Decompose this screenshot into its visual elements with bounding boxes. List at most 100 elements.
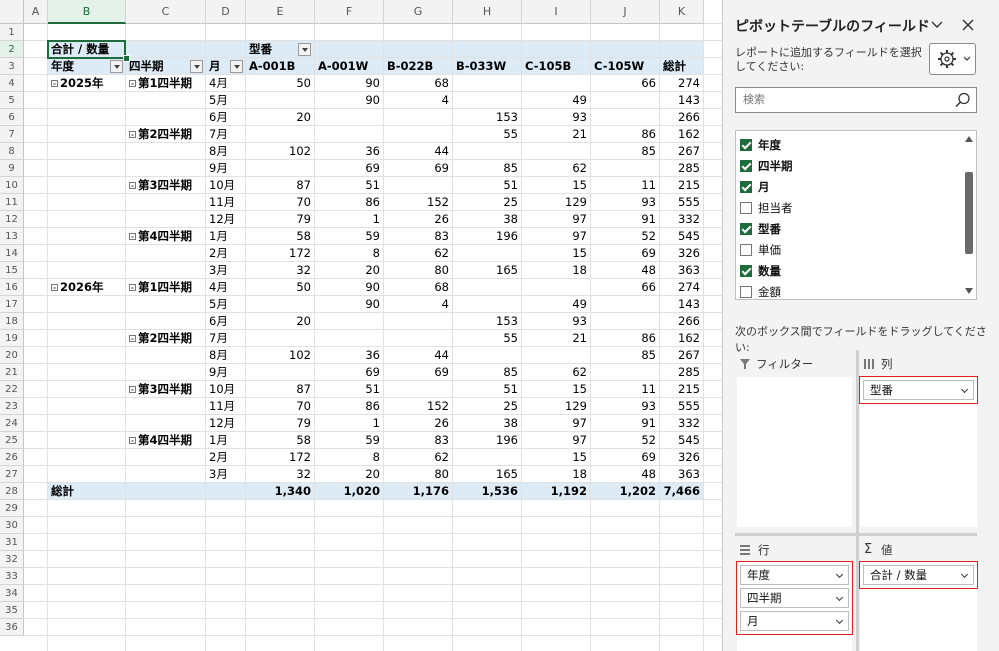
quarter-filter-button[interactable]: [190, 60, 203, 73]
row-header-31[interactable]: 31: [0, 534, 24, 551]
value-cell[interactable]: 58: [246, 432, 315, 449]
field-item[interactable]: 金額: [740, 282, 950, 302]
row-header-18[interactable]: 18: [0, 313, 24, 330]
value-cell[interactable]: 85: [453, 364, 522, 381]
value-cell[interactable]: [384, 177, 453, 194]
row-header-15[interactable]: 15: [0, 262, 24, 279]
value-cell[interactable]: 196: [453, 228, 522, 245]
column-header-i[interactable]: I: [522, 0, 591, 24]
year-item[interactable]: -2026年: [48, 279, 126, 296]
month-label[interactable]: 8月: [206, 347, 246, 364]
value-cell[interactable]: 18: [522, 262, 591, 279]
value-cell[interactable]: 52: [591, 432, 660, 449]
value-cell[interactable]: [246, 92, 315, 109]
value-cell[interactable]: 49: [522, 296, 591, 313]
value-cell[interactable]: 70: [246, 398, 315, 415]
month-filter-button[interactable]: [230, 60, 243, 73]
value-cell[interactable]: 51: [453, 177, 522, 194]
row-header-17[interactable]: 17: [0, 296, 24, 313]
checkbox-checked[interactable]: [740, 181, 752, 193]
checkbox-checked[interactable]: [740, 160, 752, 172]
value-cell[interactable]: 129: [522, 398, 591, 415]
value-cell[interactable]: 55: [453, 330, 522, 347]
select-all-corner[interactable]: [0, 0, 24, 24]
row-header-21[interactable]: 21: [0, 364, 24, 381]
value-cell[interactable]: 172: [246, 449, 315, 466]
grand-total-cell[interactable]: 1,176: [384, 483, 453, 500]
value-cell[interactable]: 83: [384, 228, 453, 245]
row-header-14[interactable]: 14: [0, 245, 24, 262]
field-item[interactable]: 担当者: [740, 198, 950, 218]
value-cell[interactable]: 165: [453, 466, 522, 483]
value-cell[interactable]: [246, 160, 315, 177]
value-cell[interactable]: 50: [246, 75, 315, 92]
row-header-3[interactable]: 3: [0, 58, 24, 75]
quarter-item[interactable]: - 第3四半期: [126, 177, 206, 194]
value-cell[interactable]: 49: [522, 92, 591, 109]
value-cell[interactable]: [453, 92, 522, 109]
row-header-4[interactable]: 4: [0, 75, 24, 92]
value-cell[interactable]: [453, 296, 522, 313]
column-header-item[interactable]: C-105B: [522, 58, 591, 75]
value-cell[interactable]: 44: [384, 143, 453, 160]
row-header-22[interactable]: 22: [0, 381, 24, 398]
row-header-20[interactable]: 20: [0, 347, 24, 364]
value-cell[interactable]: 85: [591, 143, 660, 160]
quarter-item[interactable]: - 第2四半期: [126, 126, 206, 143]
value-cell[interactable]: 85: [591, 347, 660, 364]
field-item[interactable]: 数量: [740, 261, 950, 281]
grand-total-cell[interactable]: 7,466: [660, 483, 704, 500]
month-label[interactable]: 1月: [206, 228, 246, 245]
row-header-11[interactable]: 11: [0, 194, 24, 211]
checkbox-checked[interactable]: [740, 265, 752, 277]
value-cell[interactable]: 20: [246, 313, 315, 330]
column-field-filter-button[interactable]: [298, 43, 311, 56]
value-cell[interactable]: 68: [384, 75, 453, 92]
value-cell[interactable]: 86: [315, 194, 384, 211]
scroll-up-arrow-icon[interactable]: [965, 136, 973, 142]
row-header-5[interactable]: 5: [0, 92, 24, 109]
value-cell[interactable]: 62: [522, 160, 591, 177]
checkbox-unchecked[interactable]: [740, 286, 752, 298]
value-cell[interactable]: 36: [315, 143, 384, 160]
value-cell[interactable]: 15: [522, 177, 591, 194]
value-cell[interactable]: 129: [522, 194, 591, 211]
checkbox-unchecked[interactable]: [740, 202, 752, 214]
value-cell[interactable]: [453, 279, 522, 296]
column-header-h[interactable]: H: [453, 0, 522, 24]
collapse-quarter-icon[interactable]: -: [129, 233, 136, 241]
month-label[interactable]: 4月: [206, 75, 246, 92]
value-cell[interactable]: 69: [384, 364, 453, 381]
collapse-quarter-icon[interactable]: -: [129, 80, 136, 88]
value-cell[interactable]: 18: [522, 466, 591, 483]
field-item[interactable]: 四半期: [740, 156, 950, 176]
value-cell[interactable]: [246, 126, 315, 143]
value-cell[interactable]: 93: [522, 109, 591, 126]
value-cell[interactable]: 52: [591, 228, 660, 245]
value-cell[interactable]: 62: [522, 364, 591, 381]
value-cell[interactable]: 38: [453, 211, 522, 228]
value-cell[interactable]: 1: [315, 415, 384, 432]
value-cell[interactable]: 69: [384, 160, 453, 177]
month-label[interactable]: 1月: [206, 432, 246, 449]
value-cell[interactable]: 4: [384, 296, 453, 313]
value-cell[interactable]: 66: [591, 75, 660, 92]
column-header-item[interactable]: B-022B: [384, 58, 453, 75]
row-header-16[interactable]: 16: [0, 279, 24, 296]
column-header-k[interactable]: K: [660, 0, 704, 24]
row-header-25[interactable]: 25: [0, 432, 24, 449]
value-cell[interactable]: 545: [660, 432, 704, 449]
value-cell[interactable]: 44: [384, 347, 453, 364]
value-cell[interactable]: 162: [660, 330, 704, 347]
values-drop-area[interactable]: 合計 / 数量: [859, 561, 978, 651]
value-cell[interactable]: 153: [453, 313, 522, 330]
row-header-24[interactable]: 24: [0, 415, 24, 432]
row-header-8[interactable]: 8: [0, 143, 24, 160]
month-label[interactable]: 6月: [206, 313, 246, 330]
year-filter-button[interactable]: [110, 60, 123, 73]
row-header-12[interactable]: 12: [0, 211, 24, 228]
field-list-scrollbar[interactable]: [964, 134, 974, 296]
value-cell[interactable]: 172: [246, 245, 315, 262]
quarter-item[interactable]: - 第4四半期: [126, 432, 206, 449]
row-header-35[interactable]: 35: [0, 602, 24, 619]
